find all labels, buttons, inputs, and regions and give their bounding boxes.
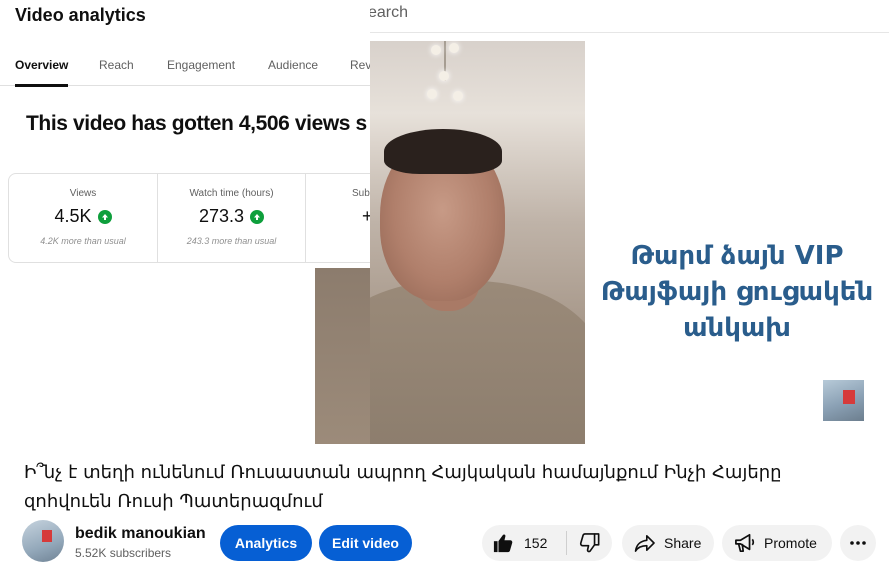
share-arrow-icon	[634, 534, 656, 552]
tab-revenue[interactable]: Rev	[350, 58, 370, 86]
more-actions-button[interactable]	[840, 525, 876, 561]
video-player-frame[interactable]	[370, 41, 585, 444]
search-bar[interactable]: earch	[360, 0, 889, 33]
tab-engagement[interactable]: Engagement	[167, 58, 235, 86]
metric-value: +	[362, 206, 370, 226]
metric-label: Watch time (hours)	[189, 188, 274, 199]
video-frame-left-strip	[315, 268, 370, 444]
tab-reach[interactable]: Reach	[99, 58, 134, 86]
metric-card-subscribers[interactable]: Subs +	[305, 174, 370, 262]
video-overlay-caption: Թարմ ձայն VIP Թայֆայի ցուցակեն անկախ	[585, 238, 889, 346]
thumbs-up-icon	[492, 533, 514, 553]
share-label: Share	[664, 535, 702, 551]
caption-line-1: Թարմ ձայն VIP	[630, 241, 844, 271]
caption-line-2: Թայֆայի ցուցակեն	[600, 277, 874, 307]
promote-label: Promote	[764, 535, 817, 551]
metric-comparison: 243.3 more than usual	[186, 236, 277, 246]
metric-card-views[interactable]: Views 4.5K 4.2K more than usual	[9, 174, 157, 262]
tab-overview[interactable]: Overview	[15, 58, 69, 87]
share-button[interactable]: Share	[622, 525, 714, 561]
metric-label: Subs	[352, 188, 370, 199]
tab-audience[interactable]: Audience	[268, 58, 318, 86]
search-placeholder: earch	[368, 4, 409, 21]
metric-value: 273.3	[198, 206, 245, 226]
channel-thumbnail-small	[823, 380, 864, 421]
trend-up-icon	[250, 209, 265, 224]
channel-name[interactable]: bedik manoukian	[75, 525, 206, 543]
analytics-button[interactable]: Analytics	[220, 525, 312, 561]
channel-avatar[interactable]	[22, 520, 64, 562]
like-button[interactable]: 152	[482, 525, 566, 561]
promote-button[interactable]: Promote	[722, 525, 832, 561]
analytics-headline: This video has gotten 4,506 views s	[26, 112, 367, 135]
more-horizontal-icon	[850, 541, 866, 545]
megaphone-icon	[734, 533, 756, 553]
metric-value: 4.5K	[54, 206, 92, 226]
video-analytics-panel: Video analytics Overview Reach Engagemen…	[0, 0, 370, 268]
analytics-title: Video analytics	[15, 5, 146, 25]
trend-up-icon	[97, 209, 112, 224]
dislike-button[interactable]	[567, 525, 612, 561]
thumbs-down-icon	[579, 533, 601, 553]
channel-subscriber-count: 5.52K subscribers	[75, 546, 172, 560]
person-hair	[384, 129, 502, 174]
video-title: Ի՞նչ է տեղի ունենում Ռուսաստան ապրող Հայ…	[24, 462, 782, 512]
metric-label: Views	[69, 188, 97, 199]
caption-line-3: անկախ	[683, 313, 791, 343]
chandelier-graphic	[425, 41, 465, 121]
metric-comparison: 4.2K more than usual	[40, 236, 126, 246]
like-count: 152	[524, 535, 548, 551]
metric-card-watch-time[interactable]: Watch time (hours) 273.3 243.3 more than…	[157, 174, 305, 262]
edit-video-button[interactable]: Edit video	[319, 525, 412, 561]
person-body	[370, 281, 585, 444]
analytics-tabs: Overview Reach Engagement Audience Rev	[0, 56, 370, 87]
analytics-metric-cards: Views 4.5K 4.2K more than usual Watch ti…	[8, 173, 370, 263]
like-dislike-group: 152	[482, 525, 612, 561]
